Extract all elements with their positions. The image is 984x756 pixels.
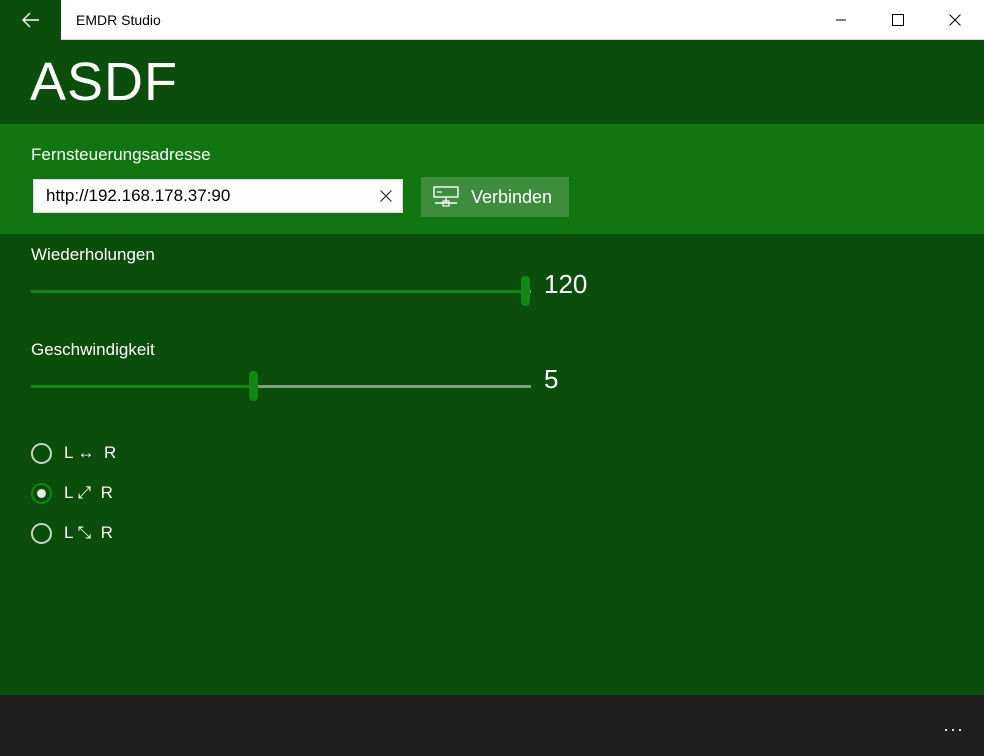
direction-option-diagonal-down[interactable]: L ⤡ R xyxy=(31,519,113,547)
address-field[interactable] xyxy=(33,179,403,213)
radio-button[interactable] xyxy=(31,522,52,544)
connection-panel: Fernsteuerungsadresse Verbinden xyxy=(0,124,984,234)
clear-x-icon xyxy=(380,190,392,202)
address-label: Fernsteuerungsadresse xyxy=(31,145,211,164)
speed-slider-fill xyxy=(31,385,254,388)
repetitions-slider-fill xyxy=(31,290,526,293)
app-window: EMDR Studio ASDF Fernsteuerungsadresse h… xyxy=(0,0,984,756)
more-options-button[interactable]: ... xyxy=(934,709,974,741)
repetitions-value: 120 xyxy=(544,269,588,299)
arrow-left-icon xyxy=(21,12,39,28)
clear-button[interactable] xyxy=(376,186,396,206)
app-title: EMDR Studio xyxy=(76,12,161,28)
repetitions-label: Wiederholungen xyxy=(31,245,155,264)
bottom-app-bar: ... xyxy=(0,695,984,756)
address-input[interactable] xyxy=(46,180,366,212)
radio-button[interactable] xyxy=(31,442,52,464)
repetitions-slider[interactable] xyxy=(31,276,531,306)
close-icon xyxy=(948,14,961,26)
speed-value: 5 xyxy=(544,364,559,394)
speed-slider-thumb[interactable] xyxy=(249,371,258,401)
network-icon xyxy=(433,186,459,207)
direction-option-horizontal[interactable]: L ↔ R xyxy=(31,439,116,467)
close-button[interactable] xyxy=(926,0,983,40)
radio-button[interactable] xyxy=(31,482,52,504)
page-title: ASDF xyxy=(30,52,179,112)
minimize-button[interactable] xyxy=(812,0,869,40)
direction-option-label: L ⤡ R xyxy=(64,523,113,542)
repetitions-slider-thumb[interactable] xyxy=(521,276,530,306)
title-bar: EMDR Studio xyxy=(0,0,984,40)
connect-button-label: Verbinden xyxy=(471,186,553,207)
speed-slider[interactable] xyxy=(31,371,531,401)
maximize-button[interactable] xyxy=(869,0,926,40)
minimize-icon xyxy=(835,19,846,21)
maximize-icon xyxy=(891,14,904,26)
direction-option-label: L ↔ R xyxy=(64,443,117,462)
main-content: Wiederholungen 120 Geschwindigkeit 5 L ↔… xyxy=(0,234,984,695)
speed-label: Geschwindigkeit xyxy=(31,340,155,359)
back-button[interactable] xyxy=(0,0,61,40)
direction-option-diagonal-up[interactable]: L ⤢ R xyxy=(31,479,113,507)
page-header: ASDF xyxy=(0,40,984,124)
connect-button[interactable]: Verbinden xyxy=(421,177,569,217)
direction-option-label: L ⤢ R xyxy=(64,483,113,502)
